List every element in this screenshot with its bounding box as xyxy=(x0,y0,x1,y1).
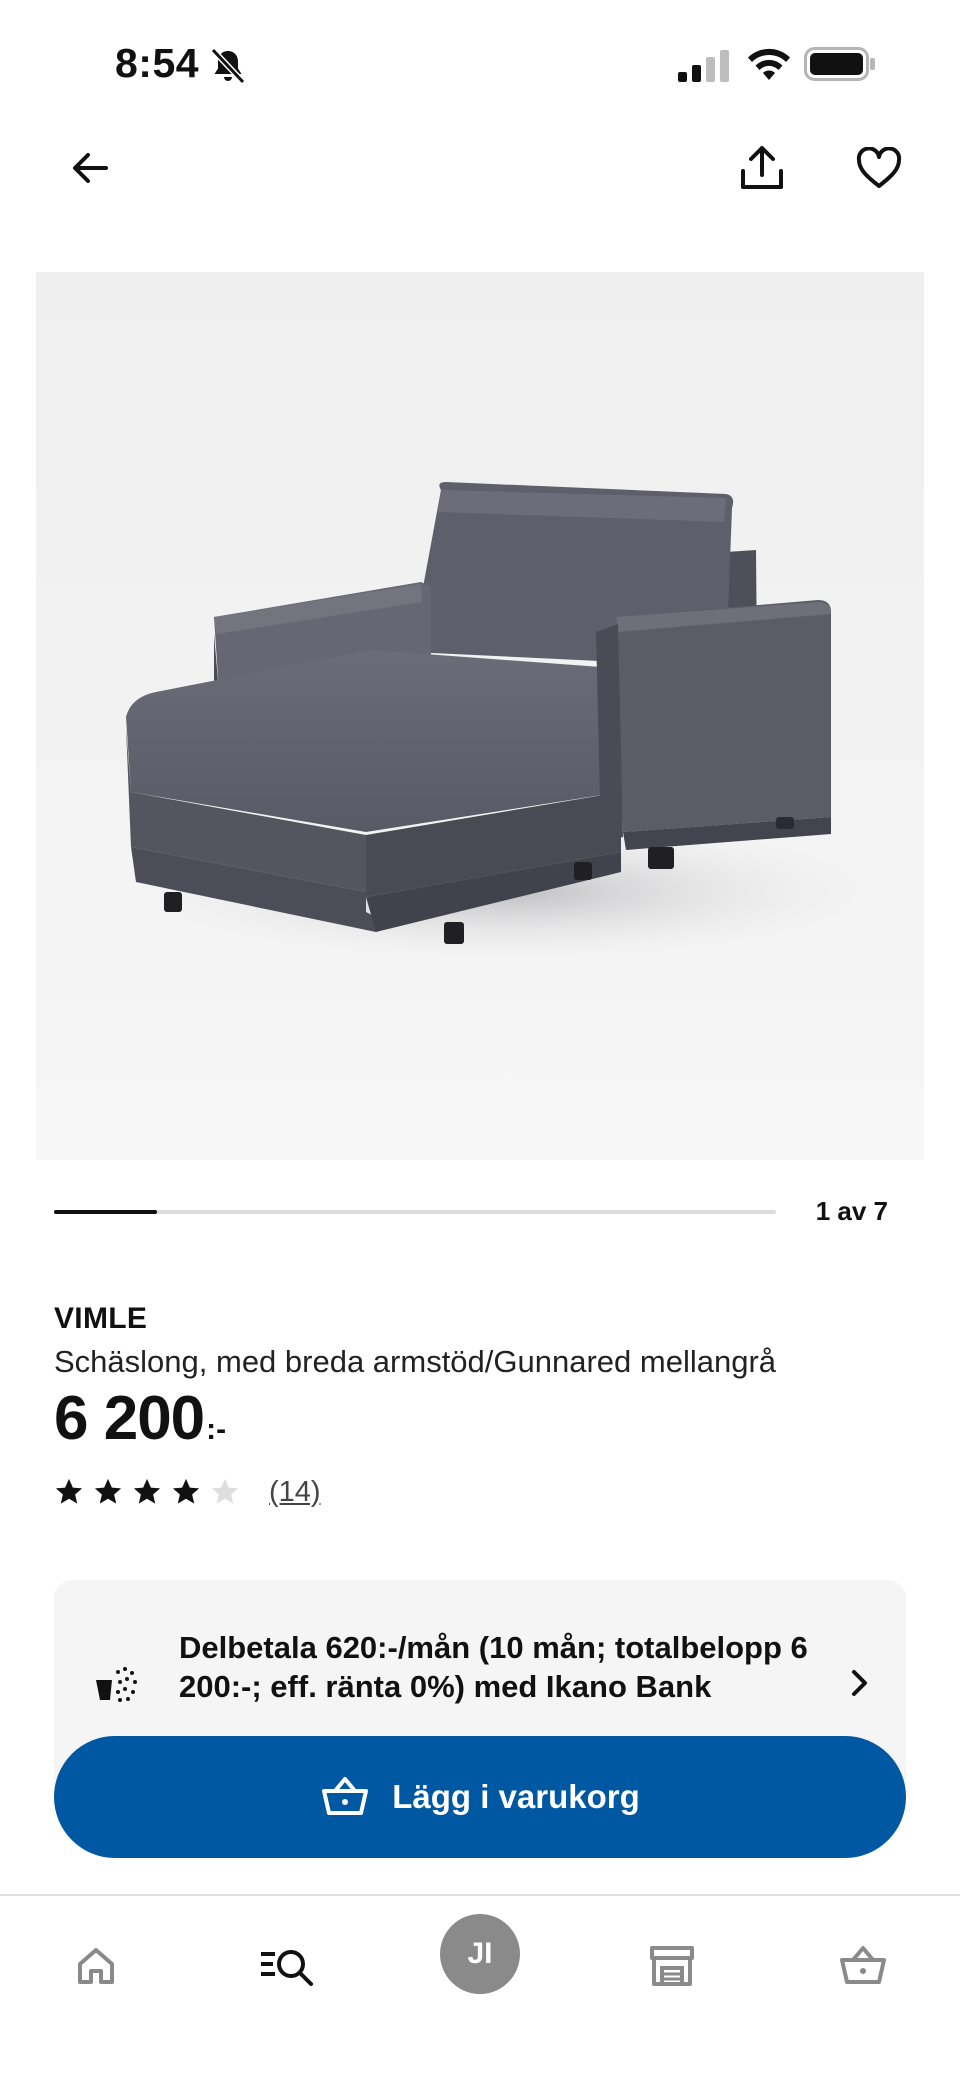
favorite-button[interactable] xyxy=(843,132,915,204)
nav-home[interactable] xyxy=(56,1926,136,2006)
bottom-navigation: JI xyxy=(0,1894,960,2081)
share-button[interactable] xyxy=(726,132,798,204)
star-filled-icon xyxy=(172,1478,200,1504)
add-to-cart-button[interactable]: Lägg i varukorg xyxy=(54,1736,906,1858)
price-amount: 6 200 xyxy=(54,1384,205,1453)
back-button[interactable] xyxy=(54,132,126,204)
nav-search[interactable] xyxy=(247,1926,327,2006)
product-name: VIMLE xyxy=(54,1302,148,1335)
profile-initials: JI xyxy=(467,1937,493,1970)
bell-muted-icon xyxy=(210,47,246,85)
price-currency-suffix: :- xyxy=(206,1413,227,1446)
heart-icon xyxy=(856,147,902,188)
battery-icon xyxy=(804,47,875,81)
status-bar: 8:54 xyxy=(0,0,960,130)
star-filled-icon xyxy=(133,1478,161,1504)
share-icon xyxy=(741,146,783,189)
star-empty-icon xyxy=(211,1478,239,1504)
rating-stars xyxy=(54,1477,249,1507)
carousel-progress xyxy=(54,1210,776,1214)
basket-installments-icon xyxy=(96,1667,137,1702)
product-price: 6 200 :- xyxy=(54,1388,226,1450)
add-to-cart-label: Lägg i varukorg xyxy=(392,1778,640,1815)
store-icon xyxy=(650,1946,694,1986)
search-icon xyxy=(261,1950,313,1986)
nav-stores[interactable] xyxy=(632,1926,712,2006)
product-image[interactable] xyxy=(36,272,924,1160)
product-rating[interactable]: (14) xyxy=(54,1472,321,1512)
star-filled-icon xyxy=(55,1478,83,1504)
rating-count-link[interactable]: (14) xyxy=(269,1476,321,1509)
wifi-icon xyxy=(748,48,790,80)
financing-text: Delbetala 620:-/mån (10 mån; totalbelopp… xyxy=(179,1630,808,1704)
shopping-basket-icon xyxy=(840,1946,886,1984)
carousel-progress-fill xyxy=(54,1210,158,1214)
arrow-left-icon xyxy=(73,153,108,183)
signal-icon xyxy=(678,50,729,82)
chevron-right-icon xyxy=(852,1670,867,1696)
home-icon xyxy=(78,1948,114,1984)
carousel-counter: 1 av 7 xyxy=(815,1196,888,1226)
product-description: Schäslong, med breda armstöd/Gunnared me… xyxy=(54,1344,777,1379)
status-time: 8:54 xyxy=(115,40,200,86)
nav-cart[interactable] xyxy=(823,1926,903,2006)
chaise-longue-illustration xyxy=(126,482,886,962)
nav-profile[interactable]: JI xyxy=(440,1914,520,1994)
star-filled-icon xyxy=(94,1478,122,1504)
shopping-basket-icon xyxy=(322,1777,369,1815)
